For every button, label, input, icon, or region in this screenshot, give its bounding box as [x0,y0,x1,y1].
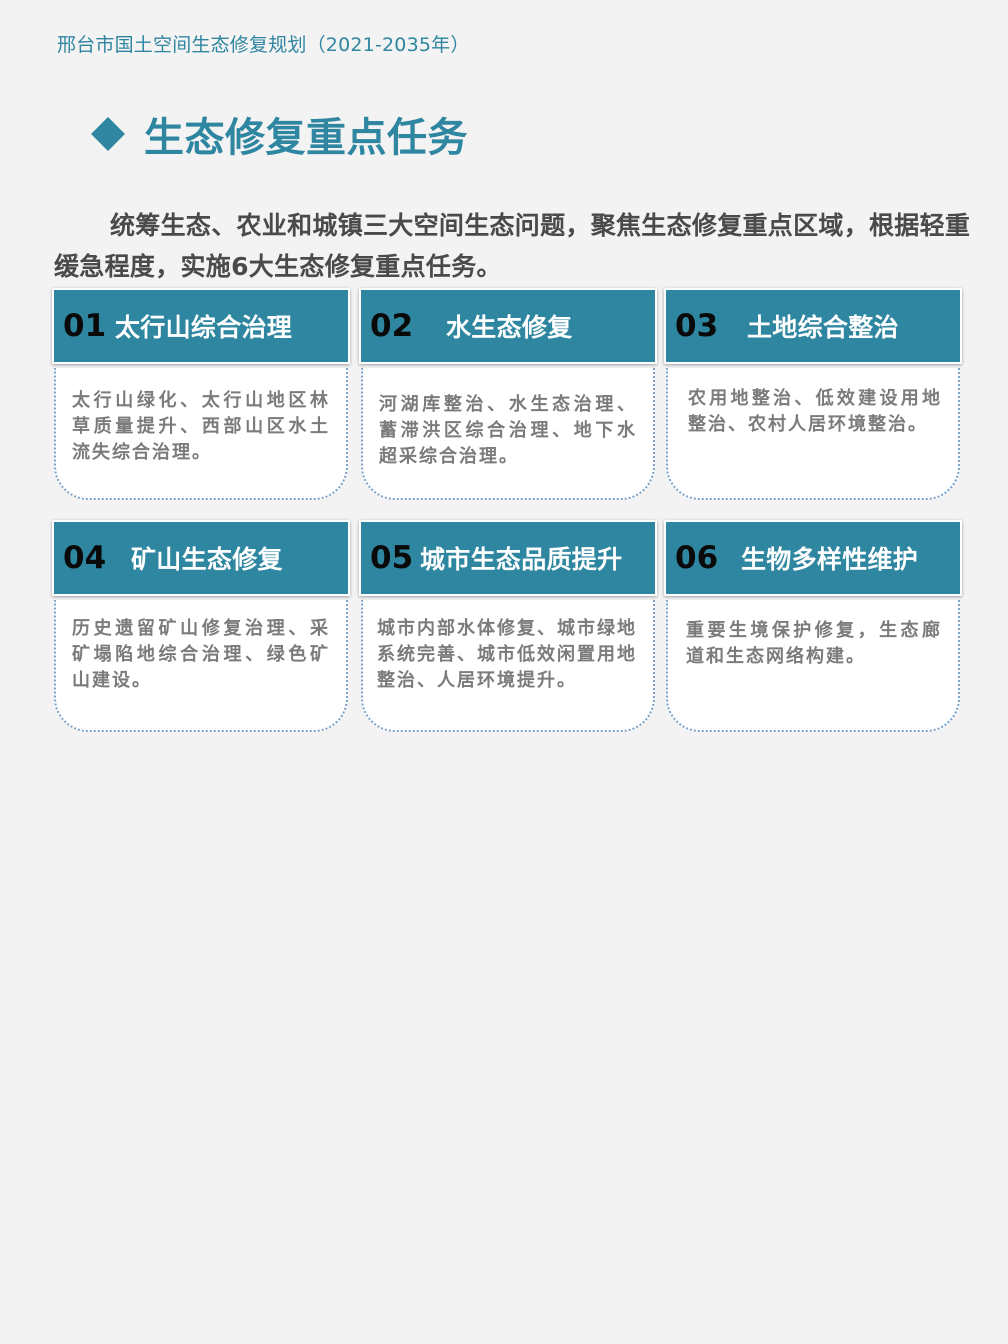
task-number: 04 [63,540,107,576]
task-title: 城市生态品质提升 [420,545,623,574]
task-description: 城市内部水体修复、城市绿地系统完善、城市低效闲置用地整治、人居环境提升。 [377,618,637,691]
running-header: 邢台市国土空间生态修复规划（2021-2035年） [57,34,470,56]
task-number: 02 [370,308,414,344]
task-card-body: 历史遗留矿山修复治理、采矿塌陷地综合治理、绿色矿山建设。 [54,600,348,732]
task-description: 太行山绿化、太行山地区林草质量提升、西部山区水土流失综合治理。 [72,390,330,463]
task-card-body: 重要生境保护修复，生态廊道和生态网络构建。 [666,600,960,732]
task-card-body: 农用地整治、低效建设用地整治、农村人居环境整治。 [666,368,960,500]
task-card-header: 03 土地综合整治 [664,288,962,364]
task-card-header: 06 生物多样性维护 [664,520,962,596]
task-card-header: 04 矿山生态修复 [52,520,350,596]
task-description: 农用地整治、低效建设用地整治、农村人居环境整治。 [688,388,942,435]
task-description: 重要生境保护修复，生态廊道和生态网络构建。 [686,620,942,667]
task-description: 河湖库整治、水生态治理、蓄滞洪区综合治理、地下水超采综合治理。 [379,394,637,467]
task-number: 03 [675,308,719,344]
intro-paragraph: 统筹生态、农业和城镇三大空间生态问题，聚焦生态修复重点区域，根据轻重缓急程度，实… [54,211,971,281]
task-title: 水生态修复 [446,313,573,342]
task-card-header: 02 水生态修复 [359,288,657,364]
diamond-icon [91,117,125,151]
task-number: 05 [370,540,414,576]
task-number: 06 [675,540,719,576]
task-card-body: 河湖库整治、水生态治理、蓄滞洪区综合治理、地下水超采综合治理。 [361,368,655,500]
task-card-header: 05 城市生态品质提升 [359,520,657,596]
task-title: 矿山生态修复 [131,545,283,574]
task-card-body: 太行山绿化、太行山地区林草质量提升、西部山区水土流失综合治理。 [54,368,348,500]
section-title: 生态修复重点任务 [144,115,468,161]
task-card-body: 城市内部水体修复、城市绿地系统完善、城市低效闲置用地整治、人居环境提升。 [361,600,655,732]
task-title: 太行山综合治理 [115,313,293,342]
task-title: 土地综合整治 [747,313,899,342]
task-title: 生物多样性维护 [741,545,919,574]
task-card-header: 01 太行山综合治理 [52,288,350,364]
section-heading: 生态修复重点任务 [90,106,468,162]
task-number: 01 [63,308,107,344]
task-description: 历史遗留矿山修复治理、采矿塌陷地综合治理、绿色矿山建设。 [72,618,330,691]
